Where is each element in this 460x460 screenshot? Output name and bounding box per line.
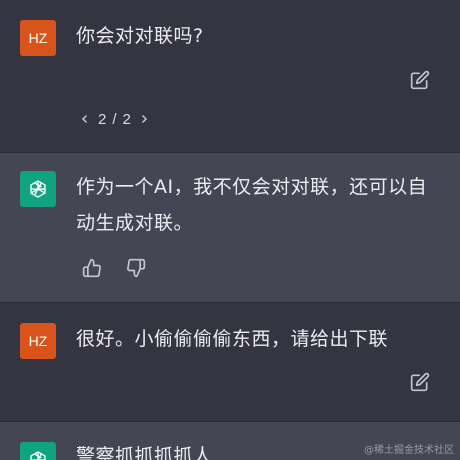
thumbs-up-icon[interactable] <box>80 256 104 280</box>
edit-icon[interactable] <box>408 370 432 394</box>
user-message-1: HZ 你会对对联吗? 2 / 2 <box>0 0 460 152</box>
assistant-message-1: 作为一个AI，我不仅会对对联，还可以自动生成对联。 <box>0 153 460 302</box>
user-message-text: 你会对对联吗? <box>76 25 204 47</box>
user-message-text: 很好。小偷偷偷偷东西，请给出下联 <box>76 328 389 350</box>
chevron-right-icon[interactable] <box>137 112 151 126</box>
openai-logo-icon <box>20 171 56 207</box>
thumbs-down-icon[interactable] <box>124 256 148 280</box>
openai-logo-icon <box>20 442 56 460</box>
user-avatar: HZ <box>20 323 56 359</box>
pager-current: 2 <box>98 110 107 128</box>
user-avatar: HZ <box>20 20 56 56</box>
pager-total: 2 <box>122 110 131 128</box>
assistant-message-text: 作为一个AI，我不仅会对对联，还可以自动生成对联。 <box>76 176 428 234</box>
watermark: @稀土掘金技术社区 <box>364 445 454 456</box>
chevron-left-icon[interactable] <box>78 112 92 126</box>
response-pager: 2 / 2 <box>78 108 151 130</box>
user-message-2: HZ 很好。小偷偷偷偷东西，请给出下联 <box>0 303 460 421</box>
pager-separator: / <box>112 110 117 128</box>
edit-icon[interactable] <box>408 68 432 92</box>
